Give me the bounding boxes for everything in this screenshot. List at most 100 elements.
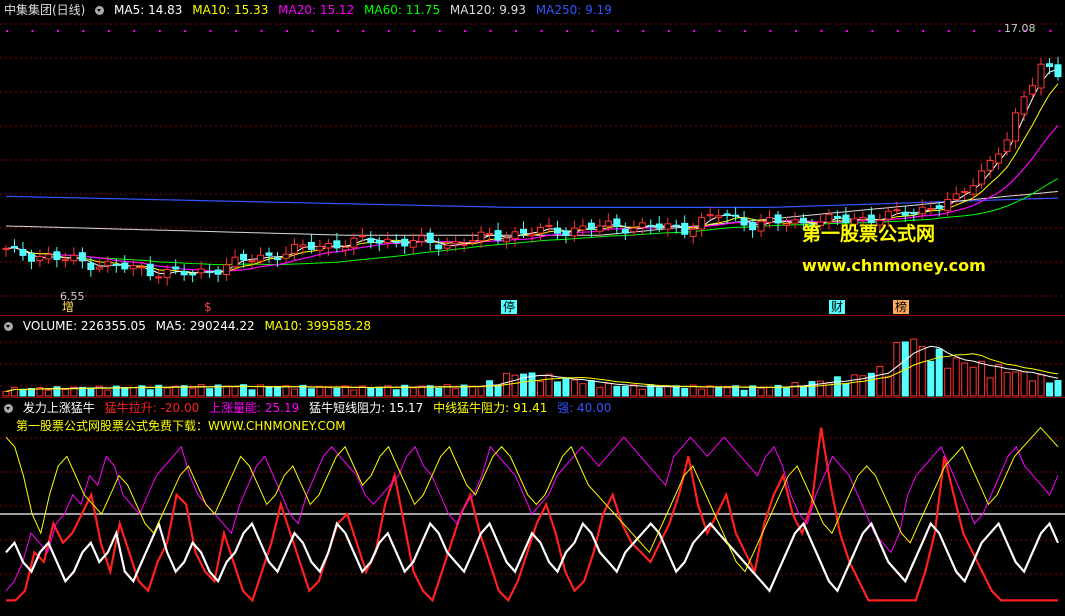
candle-body (706, 214, 714, 217)
candle-body (375, 240, 383, 244)
candle-body (774, 214, 782, 224)
volume-bar (129, 386, 137, 397)
volume-bar (893, 342, 901, 397)
candle-body (621, 228, 629, 234)
volume-bar (189, 387, 197, 397)
candle-body (1054, 64, 1062, 78)
candle-body (613, 218, 621, 228)
volume-bar (1020, 371, 1028, 397)
volume-bar (630, 384, 638, 397)
candle-body (604, 220, 612, 227)
candle-body (1012, 112, 1020, 142)
candle-body (961, 190, 969, 193)
candle-body (121, 262, 129, 270)
signal-dot (31, 30, 34, 32)
candle-body (884, 210, 892, 220)
volume-bar (392, 389, 400, 397)
candle-body (70, 254, 78, 262)
volume-bar (553, 381, 561, 397)
volume-bar (698, 388, 706, 397)
volume-bar (511, 374, 519, 397)
candle-body (341, 246, 349, 251)
strong-readout: 强: 40.00 (557, 401, 612, 415)
signal-dot (184, 30, 187, 32)
marker-ting[interactable]: 停 (501, 300, 518, 314)
mid-resist-readout: 中线猛牛阻力: 91.41 (433, 401, 548, 415)
volume-bar (494, 385, 502, 397)
candle-body (2, 248, 10, 251)
ma20-readout: MA20: 15.12 (278, 3, 355, 17)
signal-dot (82, 30, 85, 32)
candle-body (53, 251, 61, 260)
stock-title[interactable]: 中集集团(日线) (4, 3, 85, 17)
candle-body (324, 243, 332, 249)
candle-body (307, 241, 315, 250)
candle-body (282, 253, 290, 259)
signal-dot (871, 30, 874, 32)
volume-bar (613, 385, 621, 397)
volume-bar (672, 385, 680, 397)
candle-body (766, 217, 774, 223)
candle-body (197, 268, 205, 274)
marker-bang[interactable]: 榜 (893, 300, 910, 314)
volume-bar (231, 386, 239, 397)
collapse-icon[interactable] (95, 6, 105, 15)
candle-body (333, 240, 341, 249)
candle-body (214, 269, 222, 275)
volume-bar (621, 385, 629, 397)
candle-body (240, 253, 248, 261)
candle-body (10, 246, 18, 249)
signal-dot (235, 30, 238, 32)
candle-body (206, 271, 214, 274)
candle-body (452, 241, 460, 245)
candle-body (392, 241, 400, 244)
candle-body (969, 185, 977, 195)
volume-bar (290, 388, 298, 397)
volume-bar (876, 365, 884, 397)
indicator-name: 发力上涨猛牛 (22, 401, 95, 415)
volume-bar (469, 385, 477, 397)
candle-body (273, 257, 281, 261)
volume-bar (791, 382, 799, 397)
signal-dot (489, 30, 492, 32)
candle-body (469, 240, 477, 243)
candle-body (299, 244, 307, 248)
volume-bar (910, 338, 918, 397)
volume-bar (961, 362, 969, 397)
signal-dot (540, 30, 543, 32)
volume-bar (808, 381, 816, 397)
candle-body (783, 223, 791, 226)
signal-dot (667, 30, 670, 32)
indicator-panel[interactable]: 发力上涨猛牛 猛牛拉升: -20.00 上涨量能: 25.19 猛牛短线阻力: … (0, 398, 1065, 616)
candle-body (944, 198, 952, 212)
candle-body (477, 231, 485, 242)
candle-body (189, 273, 197, 276)
candle-body (732, 214, 740, 217)
candle-body (986, 159, 994, 171)
marker-cai[interactable]: 财 (829, 300, 846, 314)
price-panel[interactable]: 中集集团(日线) MA5: 14.83 MA10: 15.33 MA20: 15… (0, 0, 1065, 316)
candle-body (562, 230, 570, 236)
collapse-icon[interactable] (4, 322, 13, 331)
volume-bar (307, 388, 315, 397)
volume-panel[interactable]: VOLUME: 226355.05 MA5: 290244.22 MA10: 3… (0, 316, 1065, 398)
marker-zeng[interactable]: 增 (60, 300, 76, 314)
volume-bar (833, 376, 841, 397)
short-resist-readout: 猛牛短线阻力: 15.17 (309, 401, 424, 415)
signal-dot (718, 30, 721, 32)
volume-bar (409, 387, 417, 397)
candle-body (553, 227, 561, 234)
candle-body (1046, 63, 1054, 68)
volume-bar (783, 387, 791, 397)
ma250-line (5, 195, 1059, 208)
volume-readout: VOLUME: 226355.05 (22, 319, 146, 333)
collapse-icon[interactable] (4, 404, 13, 413)
candle-body (138, 266, 146, 269)
candle-body (749, 221, 757, 231)
candle-body (95, 266, 103, 270)
marker-dollar[interactable]: $ (202, 300, 214, 314)
candle-body (570, 227, 578, 237)
candle-body (893, 209, 901, 212)
candle-body (587, 222, 595, 230)
ma10-readout: MA10: 15.33 (192, 3, 269, 17)
